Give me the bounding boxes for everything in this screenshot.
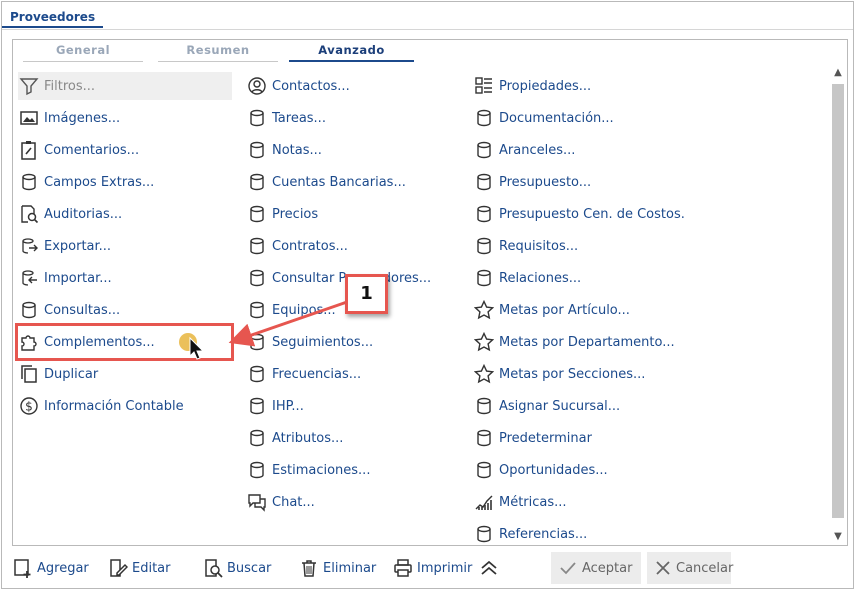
add-icon [12,557,34,579]
trash-icon [298,557,320,579]
accept-button[interactable]: Aceptar [551,552,641,584]
delete-button[interactable]: Eliminar [298,552,376,584]
edit-icon [107,557,129,579]
print-button[interactable]: Imprimir [392,552,472,584]
cancel-button[interactable]: Cancelar [647,552,733,584]
proveedores-window: Proveedores General Resumen Avanzado Fil… [1,1,854,589]
step-callout: 1 [345,274,388,314]
collapse-chevron-icon[interactable] [478,552,500,584]
printer-icon [392,557,414,579]
footer-toolbar: Agregar Editar Buscar Eliminar Imprimir … [2,552,853,586]
annotation-arrow [179,300,348,360]
check-icon [557,557,579,579]
search-icon [202,557,224,579]
close-icon [653,557,673,579]
search-button[interactable]: Buscar [202,552,271,584]
add-button[interactable]: Agregar [12,552,89,584]
edit-button[interactable]: Editar [107,552,171,584]
